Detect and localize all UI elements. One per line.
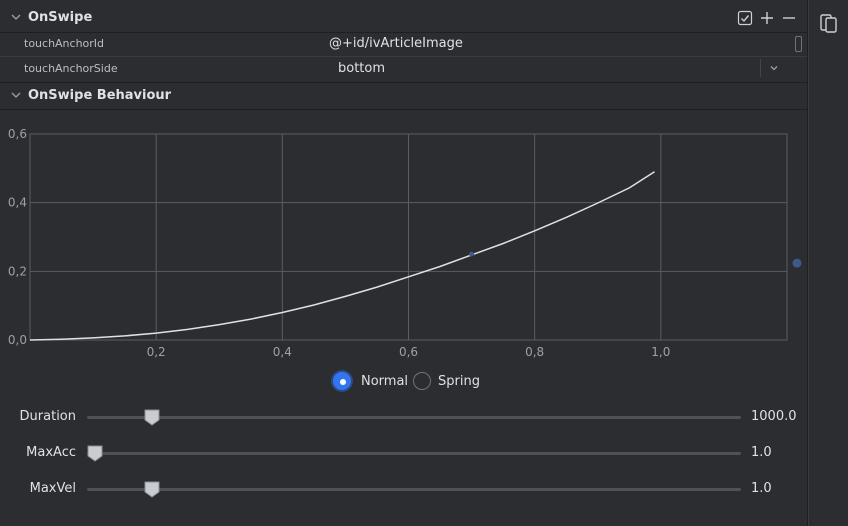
swipe-curve-line — [29, 171, 655, 341]
slider-value: 1.0 — [751, 481, 772, 496]
slider-track[interactable] — [87, 452, 741, 455]
slider-thumb[interactable] — [87, 445, 103, 462]
attribute-value-dropdown[interactable]: bottom — [338, 61, 385, 76]
slider-track[interactable] — [87, 488, 741, 491]
onswipe-section-header[interactable]: OnSwipe — [0, 4, 807, 33]
field-scrollbar[interactable] — [795, 36, 802, 52]
slider-label: MaxVel — [29, 481, 76, 496]
behaviour-title: OnSwipe Behaviour — [28, 88, 172, 103]
slider-value: 1000.0 — [751, 409, 797, 424]
attribute-value-field[interactable]: @+id/ivArticleImage — [329, 36, 463, 51]
radio-label-normal: Normal — [361, 374, 409, 389]
y-tick-label: 0,6 — [8, 127, 27, 141]
y-tick-label: 0,2 — [8, 264, 27, 278]
swipe-curve-chart: 0,2 0,4 0,6 0,8 1,0 0,0 0,2 0,4 0,6 — [8, 127, 802, 359]
radio-circle[interactable] — [333, 372, 351, 390]
x-tick-label: 0,6 — [399, 345, 418, 359]
right-tool-strip — [808, 0, 848, 526]
attribute-key: touchAnchorSide — [24, 62, 118, 75]
radio-dot — [340, 379, 346, 385]
curve-position-marker — [469, 251, 475, 257]
radio-label-spring: Spring — [438, 374, 480, 389]
attribute-row-touchanchorside[interactable]: touchAnchorSide bottom — [0, 56, 807, 83]
slider-track[interactable] — [87, 416, 741, 419]
slider-thumb[interactable] — [144, 409, 160, 426]
device-preview-icon[interactable] — [819, 12, 839, 34]
x-tick-label: 0,4 — [273, 345, 292, 359]
y-tick-label: 0,4 — [8, 196, 27, 210]
chevron-down-icon — [770, 66, 778, 71]
chevron-down-icon[interactable] — [10, 89, 22, 101]
remove-icon[interactable] — [781, 10, 797, 26]
properties-panel: OnSwipe touchAnchorId @+id/ivArticleImag… — [0, 0, 808, 526]
slider-value: 1.0 — [751, 445, 772, 460]
onswipe-behaviour-header[interactable]: OnSwipe Behaviour — [0, 83, 807, 110]
x-tick-label: 0,8 — [525, 345, 544, 359]
slider-thumb[interactable] — [144, 481, 160, 498]
slider-duration: Duration 1000.0 — [0, 406, 807, 430]
add-icon[interactable] — [759, 10, 775, 26]
progress-handle-point — [792, 258, 802, 268]
slider-maxacc: MaxAcc 1.0 — [0, 442, 807, 466]
attribute-key: touchAnchorId — [24, 37, 105, 50]
y-tick-label: 0,0 — [8, 333, 27, 347]
onswipe-title: OnSwipe — [28, 10, 93, 25]
slider-label: MaxAcc — [26, 445, 76, 460]
x-tick-label: 1,0 — [651, 345, 670, 359]
slider-label: Duration — [19, 409, 76, 424]
chevron-down-icon[interactable] — [10, 11, 22, 23]
checkbox-icon[interactable] — [737, 10, 753, 26]
attribute-row-touchanchorid[interactable]: touchAnchorId @+id/ivArticleImage — [0, 32, 807, 57]
radio-circle[interactable] — [413, 372, 431, 390]
dropdown-button[interactable] — [760, 59, 785, 77]
x-tick-label: 0,2 — [147, 345, 166, 359]
slider-maxvel: MaxVel 1.0 — [0, 478, 807, 502]
